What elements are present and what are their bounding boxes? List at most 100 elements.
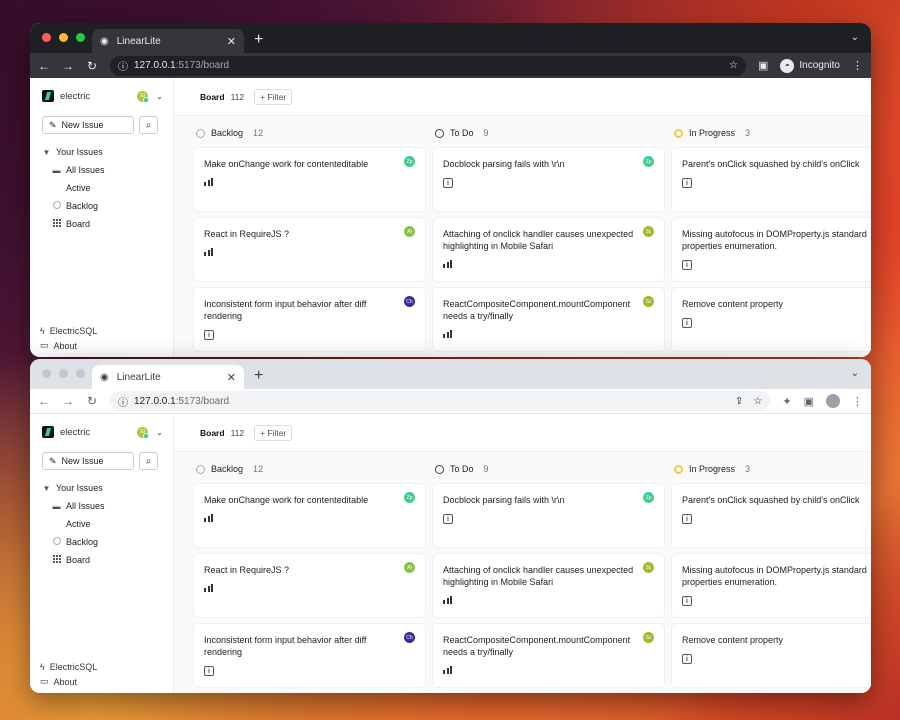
assignee-avatar[interactable]: Ch — [404, 296, 415, 307]
address-bar[interactable]: ⓘ 127.0.0.1:5173/board ⇪ ☆ — [110, 391, 771, 411]
site-info-icon[interactable]: ⓘ — [118, 394, 128, 409]
sidebar-item-board[interactable]: Board — [42, 551, 163, 569]
no-priority-icon[interactable]: i — [443, 178, 453, 188]
about-link[interactable]: ▭ About — [40, 338, 97, 353]
issue-card[interactable]: Remove content property i — [672, 288, 871, 351]
assignee-avatar[interactable]: Al — [404, 562, 415, 573]
priority-bars-icon[interactable] — [204, 178, 415, 186]
issue-card[interactable]: Parent's onClick squashed by child's onC… — [672, 484, 871, 547]
close-window-button[interactable] — [42, 33, 51, 42]
side-panel-icon[interactable]: ▣ — [804, 395, 814, 408]
browser-tab[interactable]: ◉ LinearLite ✕ — [92, 365, 244, 389]
new-issue-button[interactable]: ✎ New Issue — [42, 452, 134, 470]
browser-tab[interactable]: ◉ LinearLite ✕ — [92, 29, 244, 53]
priority-bars-icon[interactable] — [443, 330, 654, 338]
search-button[interactable]: ⌕ — [139, 116, 158, 134]
new-tab-button[interactable]: + — [254, 368, 263, 384]
maximize-window-button[interactable] — [76, 369, 85, 378]
bookmark-star-icon[interactable]: ☆ — [729, 60, 738, 71]
new-tab-button[interactable]: + — [254, 32, 263, 48]
minimize-window-button[interactable] — [59, 369, 68, 378]
user-avatar[interactable]: El — [137, 90, 150, 103]
issue-card[interactable]: Make onChange work for contenteditable Zp — [194, 148, 425, 211]
issue-card[interactable]: Make onChange work for contenteditable Zp — [194, 484, 425, 547]
no-priority-icon[interactable]: i — [682, 596, 692, 606]
incognito-indicator[interactable]: ◓ Incognito — [780, 58, 840, 73]
back-arrow-icon[interactable]: ← — [38, 59, 50, 73]
priority-bars-icon[interactable] — [443, 666, 654, 674]
assignee-avatar[interactable]: Ch — [404, 632, 415, 643]
about-link[interactable]: ▭ About — [40, 674, 97, 689]
sidebar-item-backlog[interactable]: Backlog — [42, 197, 163, 215]
reload-icon[interactable]: ↻ — [86, 59, 98, 73]
chevron-down-icon[interactable]: ⌄ — [156, 428, 163, 437]
sidebar-item-active[interactable]: Active — [42, 515, 163, 533]
electricsql-link[interactable]: ϟ ElectricSQL — [40, 323, 97, 338]
no-priority-icon[interactable]: i — [682, 514, 692, 524]
address-bar[interactable]: ⓘ 127.0.0.1:5173/board ☆ — [110, 55, 746, 76]
issue-card[interactable]: Attaching of onclick handler causes unex… — [433, 554, 664, 617]
priority-bars-icon[interactable] — [204, 248, 415, 256]
sidebar-item-all-issues[interactable]: ▬ All Issues — [42, 161, 163, 179]
issue-card[interactable]: ReactCompositeComponent.mountComponent n… — [433, 288, 664, 351]
forward-arrow-icon[interactable]: → — [62, 59, 74, 73]
extensions-puzzle-icon[interactable]: ✦ — [782, 395, 791, 408]
close-tab-icon[interactable]: ✕ — [227, 371, 236, 384]
issue-card[interactable]: Parent's onClick squashed by child's onC… — [672, 148, 871, 211]
search-button[interactable]: ⌕ — [139, 452, 158, 470]
no-priority-icon[interactable]: i — [682, 654, 692, 664]
assignee-avatar[interactable]: Zp — [643, 156, 654, 167]
issue-card[interactable]: Inconsistent form input behavior after d… — [194, 288, 425, 351]
reload-icon[interactable]: ↻ — [86, 394, 98, 408]
close-window-button[interactable] — [42, 369, 51, 378]
close-tab-icon[interactable]: ✕ — [227, 35, 236, 48]
assignee-avatar[interactable]: Sc — [643, 562, 654, 573]
maximize-window-button[interactable] — [76, 33, 85, 42]
assignee-avatar[interactable]: Zp — [404, 156, 415, 167]
assignee-avatar[interactable]: Sc — [643, 226, 654, 237]
issue-card[interactable]: React in RequireJS ? Al — [194, 554, 425, 617]
share-icon[interactable]: ⇪ — [735, 396, 743, 407]
no-priority-icon[interactable]: i — [682, 318, 692, 328]
chevron-down-icon[interactable]: ⌄ — [156, 92, 163, 101]
assignee-avatar[interactable]: Zp — [404, 492, 415, 503]
no-priority-icon[interactable]: i — [443, 514, 453, 524]
profile-avatar-icon[interactable] — [826, 394, 840, 408]
sidebar-item-active[interactable]: Active — [42, 179, 163, 197]
forward-arrow-icon[interactable]: → — [62, 394, 74, 408]
assignee-avatar[interactable]: Sc — [643, 296, 654, 307]
bookmark-star-icon[interactable]: ☆ — [753, 396, 762, 407]
issue-card[interactable]: Remove content property i — [672, 624, 871, 687]
sidebar-item-backlog[interactable]: Backlog — [42, 533, 163, 551]
issue-card[interactable]: Docblock parsing fails with \r\n Zp i — [433, 148, 664, 211]
kebab-menu-icon[interactable]: ⋮ — [852, 395, 863, 408]
issue-card[interactable]: ReactCompositeComponent.mountComponent n… — [433, 624, 664, 687]
sidebar-item-your-issues[interactable]: ▼ Your Issues — [42, 143, 163, 161]
assignee-avatar[interactable]: Al — [404, 226, 415, 237]
issue-card[interactable]: Docblock parsing fails with \r\n Zp i — [433, 484, 664, 547]
sidebar-item-your-issues[interactable]: ▼ Your Issues — [42, 479, 163, 497]
user-avatar[interactable]: El — [137, 426, 150, 439]
filter-button[interactable]: + Filter — [254, 88, 293, 105]
site-info-icon[interactable]: ⓘ — [118, 58, 128, 73]
filter-button[interactable]: + Filter — [254, 424, 293, 441]
sidebar-item-all-issues[interactable]: ▬ All Issues — [42, 497, 163, 515]
kebab-menu-icon[interactable]: ⋮ — [852, 59, 863, 72]
minimize-window-button[interactable] — [59, 33, 68, 42]
no-priority-icon[interactable]: i — [682, 260, 692, 270]
side-panel-icon[interactable]: ▣ — [758, 59, 768, 72]
assignee-avatar[interactable]: Zp — [643, 492, 654, 503]
no-priority-icon[interactable]: i — [204, 666, 214, 676]
issue-card[interactable]: Attaching of onclick handler causes unex… — [433, 218, 664, 281]
electricsql-link[interactable]: ϟ ElectricSQL — [40, 659, 97, 674]
no-priority-icon[interactable]: i — [682, 178, 692, 188]
issue-card[interactable]: React in RequireJS ? Al — [194, 218, 425, 281]
back-arrow-icon[interactable]: ← — [38, 394, 50, 408]
priority-bars-icon[interactable] — [204, 514, 415, 522]
issue-card[interactable]: Missing autofocus in DOMProperty.js stan… — [672, 554, 871, 617]
issue-card[interactable]: Inconsistent form input behavior after d… — [194, 624, 425, 687]
assignee-avatar[interactable]: Sc — [643, 632, 654, 643]
sidebar-item-board[interactable]: Board — [42, 215, 163, 233]
priority-bars-icon[interactable] — [443, 260, 654, 268]
issue-card[interactable]: Missing autofocus in DOMProperty.js stan… — [672, 218, 871, 281]
